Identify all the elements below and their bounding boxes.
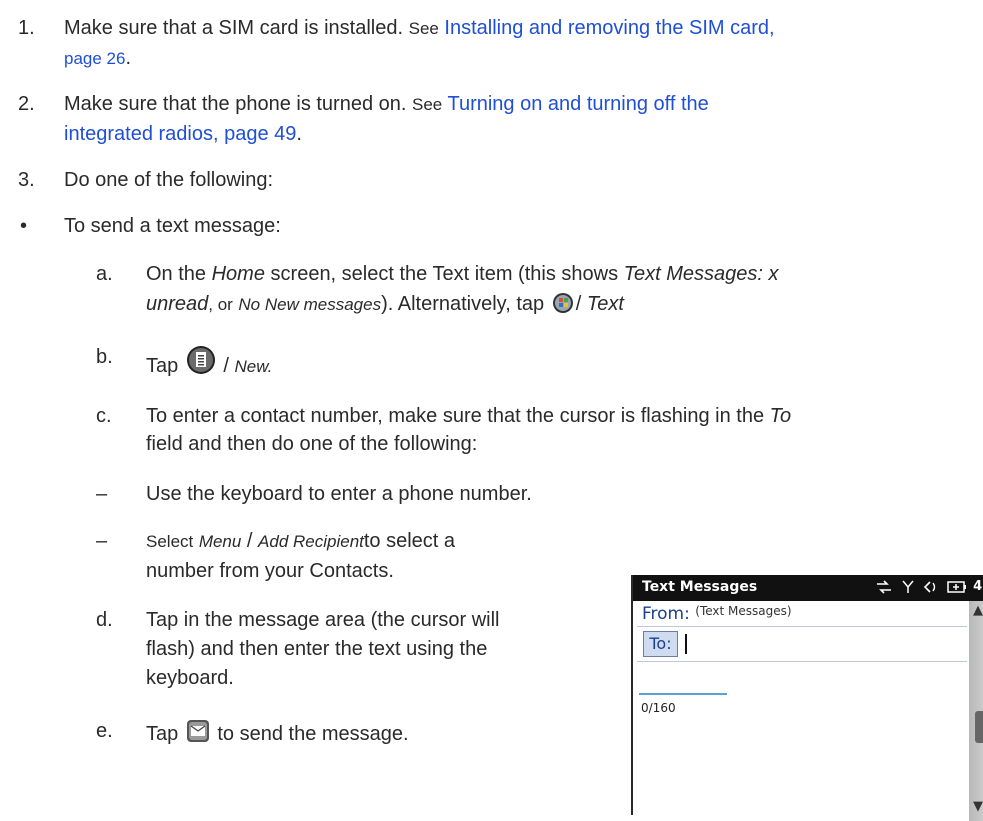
home-term: Home — [211, 263, 265, 285]
substep-e-text: to send the message. — [217, 723, 409, 745]
phone-status-area: 4:03 — [873, 579, 983, 598]
battery-icon — [946, 580, 967, 598]
to-button[interactable]: To: — [643, 631, 678, 657]
from-divider — [637, 626, 967, 627]
menu-term: Menu — [198, 532, 242, 551]
step-1-period: . — [125, 47, 132, 69]
from-label: From: — [642, 604, 690, 624]
scrollbar[interactable]: ▲ ▼ — [969, 601, 983, 821]
substep-b-tap: Tap — [146, 355, 179, 377]
step-3-text: Do one of the following: — [64, 169, 274, 191]
substep-e-tap: Tap — [146, 723, 179, 745]
step-1-line-2: page 26. — [64, 46, 131, 71]
scroll-up-icon[interactable]: ▲ — [973, 603, 983, 618]
from-row: From: (Text Messages) — [642, 604, 792, 624]
substep-c-text-1: To enter a contact number, make sure tha… — [146, 405, 765, 427]
scroll-down-icon[interactable]: ▼ — [973, 799, 983, 814]
new-term: New. — [234, 357, 273, 376]
step-2-text: Make sure that the phone is turned on. — [64, 93, 407, 115]
signal-icon — [901, 580, 914, 598]
substep-c-letter: c. — [96, 405, 112, 427]
data-sync-icon — [875, 580, 893, 598]
phone-title-bar: Text Messages 4:03 — [633, 575, 983, 601]
add-recipient-term: Add Recipient — [258, 532, 364, 551]
no-new-messages-term: No New messages — [238, 295, 382, 314]
step-1-see: See — [408, 19, 439, 38]
radios-page-link[interactable]: integrated radios, page 49 — [64, 123, 296, 145]
substep-c-line-1: To enter a contact number, make sure tha… — [146, 404, 791, 428]
dash-2-text-1: to select a — [363, 530, 456, 552]
to-term: To — [769, 405, 792, 427]
dash-1-text: Use the keyboard to enter a phone number… — [146, 483, 532, 505]
phone-screenshot: Text Messages 4:03 From: (Text Messages)… — [631, 575, 983, 821]
substep-d-letter: d. — [96, 609, 113, 631]
step-2-number: 2. — [18, 93, 35, 115]
substep-b-line: Tap / New. — [146, 345, 272, 381]
step-2-line-2: integrated radios, page 49. — [64, 122, 302, 146]
step-3-number: 3. — [18, 169, 35, 191]
radios-link[interactable]: Turning on and turning off the — [447, 93, 708, 115]
substep-b-letter: b. — [96, 346, 113, 368]
text-messages-term: Text Messages: x — [623, 263, 779, 285]
substep-a-letter: a. — [96, 263, 113, 285]
substep-a-line-1: On the Home screen, select the Text item… — [146, 262, 779, 286]
phone-time: 4:03 — [973, 579, 983, 594]
sim-card-page-link[interactable]: page 26 — [64, 49, 125, 68]
or-word: , or — [208, 295, 233, 314]
substep-a-line-2: unread, or No New messages). Alternative… — [146, 292, 624, 320]
step-2-see: See — [412, 95, 443, 114]
phone-title: Text Messages — [642, 579, 758, 595]
unread-term: unread — [146, 293, 209, 315]
dash-2-symbol: – — [96, 530, 108, 552]
substep-a-text-3: ). Alternatively, tap — [381, 293, 545, 315]
substep-d-line-1: Tap in the message area (the cursor will — [146, 609, 500, 631]
message-area-divider — [639, 693, 727, 695]
substep-d-line-3: keyboard. — [146, 667, 234, 689]
substep-a-text-2: screen, select the Text item (this shows — [270, 263, 619, 285]
step-1-line-1: Make sure that a SIM card is installed. … — [64, 16, 775, 41]
dash-2-line-2: number from your Contacts. — [146, 560, 394, 582]
step-1-number: 1. — [18, 17, 35, 39]
sim-card-link[interactable]: Installing and removing the SIM card, — [444, 17, 774, 39]
volume-icon — [922, 580, 938, 598]
menu-list-icon[interactable] — [186, 345, 216, 381]
to-divider — [637, 661, 967, 662]
step-1-text: Make sure that a SIM card is installed. — [64, 17, 404, 39]
bullet-text: To send a text message: — [64, 215, 281, 237]
dash-1-symbol: – — [96, 483, 108, 505]
send-message-icon[interactable] — [186, 719, 210, 749]
from-value: (Text Messages) — [695, 604, 792, 618]
step-2-period: . — [296, 123, 302, 145]
text-term: Text — [586, 293, 624, 315]
substep-e-line: Tap to send the message. — [146, 719, 409, 749]
to-field-cursor[interactable] — [685, 634, 687, 654]
character-counter: 0/160 — [641, 701, 676, 715]
substep-c-line-2: field and then do one of the following: — [146, 433, 478, 455]
dash-2-line-1: Select Menu / Add Recipientto select a — [146, 529, 455, 554]
scrollbar-thumb[interactable] — [975, 711, 983, 743]
windows-start-icon[interactable] — [552, 292, 574, 320]
substep-e-letter: e. — [96, 720, 113, 742]
substep-d-line-2: flash) and then enter the text using the — [146, 638, 488, 660]
dash-2-select: Select — [146, 532, 194, 551]
substep-a-text-1: On the — [146, 263, 207, 285]
substep-b-separator: / — [223, 355, 229, 377]
step-2-line-1: Make sure that the phone is turned on. S… — [64, 92, 709, 117]
bullet-symbol: • — [20, 215, 28, 237]
substep-a-separator: / — [575, 293, 582, 315]
dash-2-separator: / — [246, 530, 253, 552]
